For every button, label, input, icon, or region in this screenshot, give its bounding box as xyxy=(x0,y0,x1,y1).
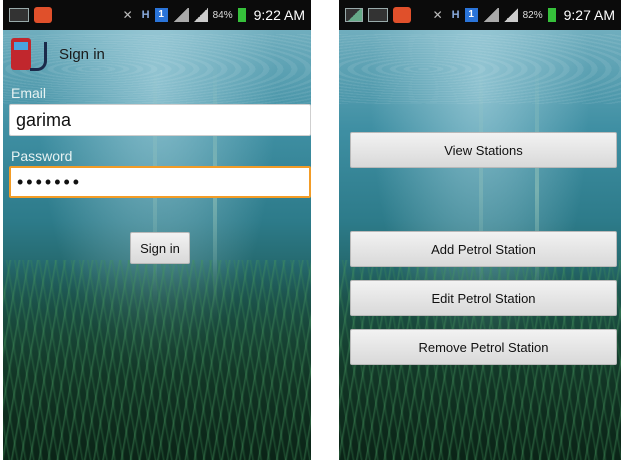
notification-badge-icon: 1 xyxy=(464,8,478,22)
action-bar: Sign in xyxy=(3,32,311,76)
phone-screen-sign-in: ✕ H 1 84% 9:22 AM Sign in Email garima P… xyxy=(3,0,311,460)
battery-percent: 82% xyxy=(522,9,543,21)
sign-in-button[interactable]: Sign in xyxy=(130,232,190,264)
signal-icon xyxy=(482,8,499,22)
add-petrol-station-button[interactable]: Add Petrol Station xyxy=(350,231,617,267)
app-notification-icon xyxy=(393,7,411,23)
email-value: garima xyxy=(16,109,72,130)
password-value: ••••••• xyxy=(17,171,83,192)
battery-percent: 84% xyxy=(212,9,233,21)
petrol-pump-icon xyxy=(9,34,49,74)
status-bar: ✕ H 1 82% 9:27 AM xyxy=(339,0,621,30)
picture-icon xyxy=(345,8,363,22)
signal-icon xyxy=(172,8,189,22)
battery-icon xyxy=(237,8,246,22)
status-time: 9:27 AM xyxy=(563,7,615,23)
mail-icon xyxy=(9,8,29,22)
page-title: Sign in xyxy=(59,45,105,63)
seagrass-background xyxy=(3,260,311,460)
view-stations-button[interactable]: View Stations xyxy=(350,132,617,168)
signal-strength-icon xyxy=(193,8,208,22)
mail-icon xyxy=(368,8,388,22)
phone-screen-menu: ✕ H 1 82% 9:27 AM View Stations Add Petr… xyxy=(339,0,621,460)
status-bar: ✕ H 1 84% 9:22 AM xyxy=(3,0,311,30)
remove-petrol-station-button[interactable]: Remove Petrol Station xyxy=(350,329,617,365)
battery-icon xyxy=(547,8,556,22)
email-field[interactable]: garima xyxy=(9,104,311,136)
notification-badge-icon: 1 xyxy=(154,8,168,22)
password-field[interactable]: ••••••• xyxy=(9,166,311,198)
mute-icon: ✕ xyxy=(432,8,443,22)
network-type-label: H xyxy=(451,9,460,21)
mute-icon: ✕ xyxy=(122,8,133,22)
app-notification-icon xyxy=(34,7,52,23)
status-time: 9:22 AM xyxy=(253,7,305,23)
password-label: Password xyxy=(11,148,73,164)
edit-petrol-station-button[interactable]: Edit Petrol Station xyxy=(350,280,617,316)
email-label: Email xyxy=(11,85,47,101)
signal-strength-icon xyxy=(503,8,518,22)
network-type-label: H xyxy=(141,9,150,21)
